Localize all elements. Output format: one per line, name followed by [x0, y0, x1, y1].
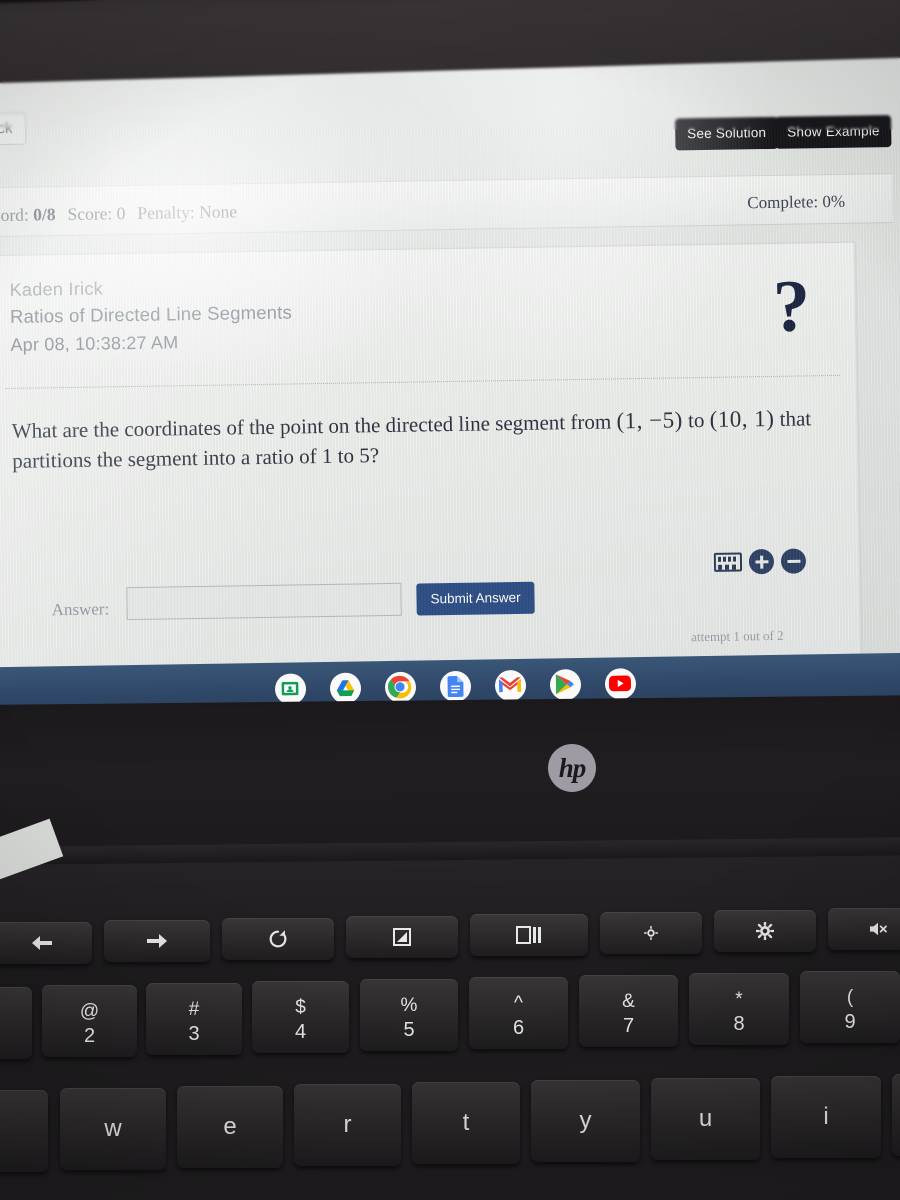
key-6-lower: 6	[512, 1016, 525, 1039]
key-9[interactable]: ( 9	[800, 971, 900, 1043]
key-e-label: e	[223, 1113, 237, 1140]
key-5[interactable]: % 5	[360, 979, 458, 1051]
key-i[interactable]: i	[771, 1076, 881, 1158]
key-7[interactable]: & 7	[579, 975, 678, 1047]
key-brightness-down[interactable]	[600, 912, 702, 954]
key-t[interactable]: t	[412, 1082, 520, 1164]
key-5-lower: 5	[403, 1018, 415, 1041]
key-9-upper: (	[846, 986, 854, 1008]
key-back[interactable]	[0, 922, 92, 964]
key-2[interactable]: @ 2	[42, 985, 137, 1057]
key-4-upper: $	[295, 996, 306, 1018]
key-6-upper: ^	[514, 992, 523, 1014]
key-7-lower: 7	[622, 1014, 635, 1037]
key-2-upper: @	[79, 1000, 100, 1022]
key-t-label: t	[462, 1109, 470, 1136]
key-fullscreen[interactable]	[346, 916, 458, 958]
photograph-of-chromebook: Back See Solution Show Example Record: 0…	[0, 0, 900, 1200]
key-u[interactable]: u	[651, 1078, 760, 1160]
key-4-lower: 4	[294, 1020, 307, 1043]
key-9-lower: 9	[844, 1010, 856, 1033]
key-6[interactable]: ^ 6	[469, 977, 568, 1049]
key-4[interactable]: $ 4	[252, 981, 349, 1053]
key-3-upper: #	[188, 998, 200, 1020]
key-8-upper: *	[735, 988, 743, 1010]
key-reload[interactable]	[222, 918, 334, 960]
key-y-label: y	[579, 1107, 592, 1134]
key-r[interactable]: r	[294, 1084, 401, 1166]
key-overview[interactable]	[470, 914, 588, 956]
key-mute[interactable]	[828, 908, 900, 950]
key-i-label: i	[823, 1103, 829, 1130]
key-w-label: w	[104, 1115, 122, 1142]
key-w[interactable]: w	[60, 1088, 166, 1170]
key-8-lower: 8	[733, 1012, 745, 1035]
key-2-lower: 2	[83, 1024, 96, 1047]
key-3[interactable]: # 3	[146, 983, 242, 1055]
key-r-label: r	[343, 1111, 352, 1138]
key-e[interactable]: e	[177, 1086, 283, 1168]
keyboard: @ 2 # 3 $ 4 % 5 ^ 6 & 7 * 8 ( 9 w e r t …	[0, 0, 900, 1200]
key-7-upper: &	[622, 990, 635, 1012]
key-o-partial[interactable]	[892, 1074, 900, 1156]
key-5-upper: %	[400, 994, 418, 1016]
key-8[interactable]: * 8	[689, 973, 789, 1045]
key-forward[interactable]	[104, 920, 210, 962]
key-u-label: u	[698, 1105, 713, 1132]
key-1-partial[interactable]	[0, 987, 32, 1059]
key-3-lower: 3	[188, 1022, 200, 1045]
key-y[interactable]: y	[531, 1080, 640, 1162]
key-q-partial[interactable]	[0, 1090, 48, 1172]
key-brightness-up[interactable]	[714, 910, 816, 952]
